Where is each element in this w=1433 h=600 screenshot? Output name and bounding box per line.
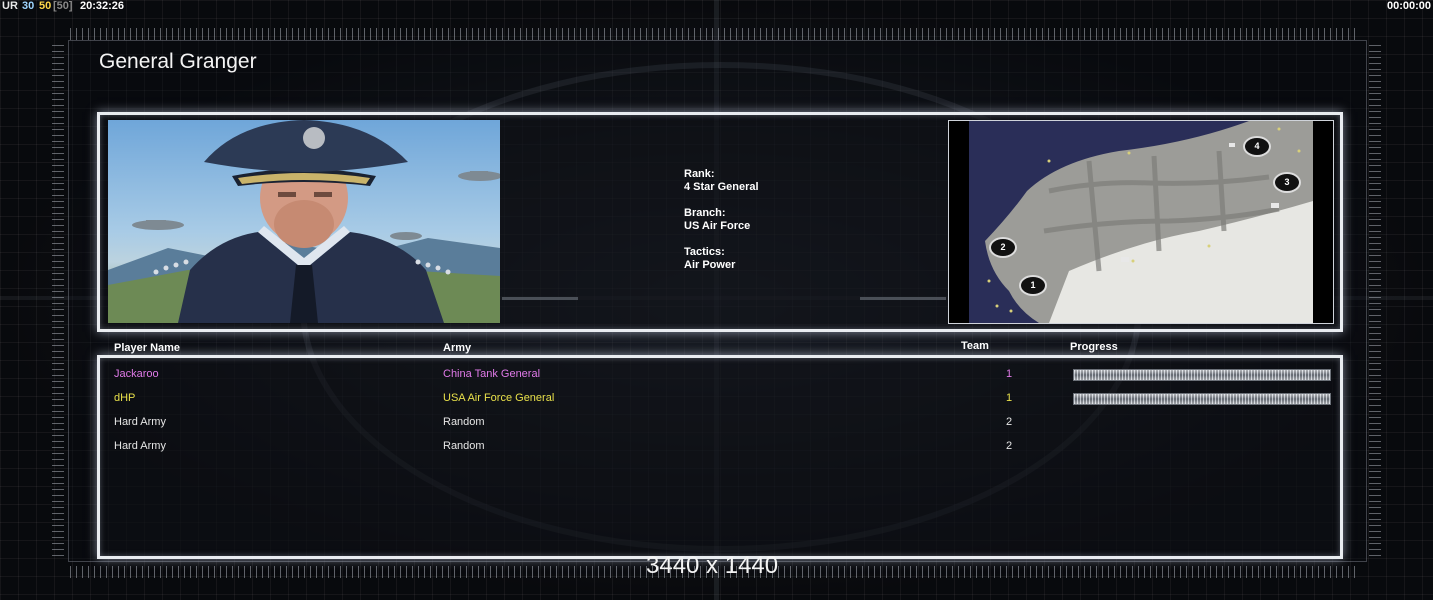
start-position-4: 4 [1243,136,1271,157]
rank-label: Rank: [684,168,715,180]
header-army: Army [443,342,472,354]
ruler-left [52,44,64,556]
player-name: Hard Army [114,440,166,452]
overlay-ur: UR [2,0,18,12]
start-position-3: 3 [1273,172,1301,193]
fps-overlay: UR 30 50 [50] 20:32:26 00:00:00 [0,0,1433,14]
panel-tick-right [860,297,946,300]
player-team: 1 [1006,368,1013,380]
resolution-label: 3440 x 1440 [646,552,779,579]
player-row: dHP USA Air Force General 1 [100,389,1340,409]
player-army: Random [443,416,485,428]
header-progress: Progress [1070,341,1118,353]
header-team: Team [961,340,989,352]
player-name: Hard Army [114,416,166,428]
overlay-fps-max: [50] [53,0,73,12]
player-team: 2 [1006,440,1013,452]
player-progress-bar [1073,393,1331,405]
start-position-2: 2 [989,237,1017,258]
player-name: Jackaroo [114,368,159,380]
branch-label: Branch: [684,207,726,219]
player-team: 2 [1006,416,1013,428]
players-panel: Jackaroo China Tank General 1 dHP USA Ai… [97,355,1343,559]
overlay-fps-limit: 50 [39,0,52,12]
ruler-right [1369,44,1381,556]
player-army: Random [443,440,485,452]
tactics-label: Tactics: [684,246,725,258]
general-info-panel: Rank: 4 Star General Branch: US Air Forc… [97,112,1343,332]
general-portrait [108,120,500,323]
panel-tick-left [502,297,578,300]
header-player-name: Player Name [114,342,181,354]
player-army: USA Air Force General [443,392,555,404]
player-name: dHP [114,392,136,404]
overlay-clock: 20:32:26 [80,0,125,12]
branch-value: US Air Force [684,220,751,232]
player-army: China Tank General [443,368,541,380]
map-preview: 1 2 3 4 [948,120,1334,324]
start-position-1: 1 [1019,275,1047,296]
player-row: Hard Army Random 2 [100,413,1340,433]
overlay-game-timer: 00:00:00 [1386,0,1431,12]
ruler-top [70,28,1360,40]
tactics-value: Air Power [684,259,736,271]
general-stats: Rank: 4 Star General Branch: US Air Forc… [684,168,759,285]
player-row: Jackaroo China Tank General 1 [100,365,1340,385]
player-row: Hard Army Random 2 [100,437,1340,457]
rank-value: 4 Star General [684,181,759,193]
player-team: 1 [1006,392,1013,404]
player-progress-bar [1073,369,1331,381]
general-name: General Granger [99,50,257,73]
overlay-fps: 30 [22,0,35,12]
